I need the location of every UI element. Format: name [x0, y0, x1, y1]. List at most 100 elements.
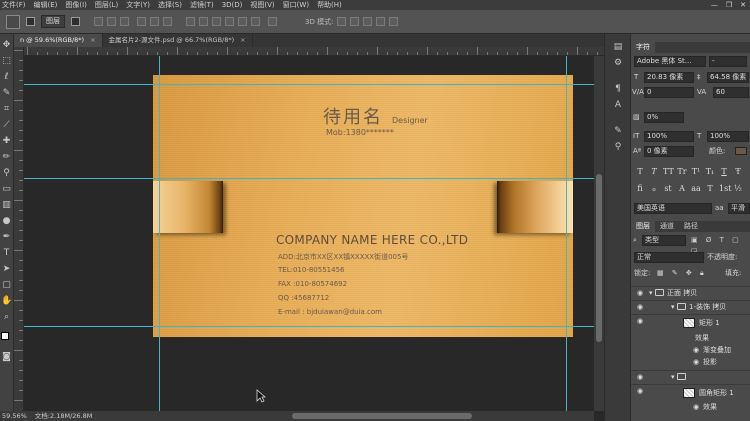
- layer-row[interactable]: ◉ 矩形 1: [631, 314, 750, 330]
- menu-image[interactable]: 图像(I): [65, 0, 87, 10]
- crop-tool-icon[interactable]: ⌗: [1, 104, 12, 115]
- tracking-field[interactable]: 60: [713, 87, 749, 98]
- minimize-button[interactable]: —: [711, 0, 718, 10]
- path-selection-tool-icon[interactable]: ➤: [1, 264, 12, 275]
- clone-stamp-tool-icon[interactable]: ⚲: [1, 168, 12, 179]
- visibility-eye-icon[interactable]: ◉: [635, 385, 645, 397]
- layer-row[interactable]: ◉ ▾ 1-装饰 拷贝: [631, 300, 750, 312]
- distribute-right-icon[interactable]: [251, 17, 260, 26]
- guide-line[interactable]: [24, 326, 594, 327]
- baseline-shift-field[interactable]: 0 像素: [644, 146, 694, 157]
- subscript-button[interactable]: T₁: [705, 166, 715, 177]
- align-top-icon[interactable]: [94, 17, 103, 26]
- zoom-level[interactable]: 59.56%: [2, 411, 27, 421]
- move-tool-icon[interactable]: ✥: [1, 40, 12, 51]
- strikethrough-button[interactable]: Ŧ: [733, 166, 743, 177]
- underline-button[interactable]: T: [719, 166, 729, 177]
- font-size-field[interactable]: 20.83 像素: [644, 72, 694, 83]
- zoom-tool-icon[interactable]: ⌕: [1, 312, 12, 323]
- card-company-text[interactable]: COMPANY NAME HERE CO.,LTD: [276, 233, 468, 247]
- 3d-rotate-icon[interactable]: [337, 17, 347, 26]
- tab-document-1[interactable]: n @ 59.6%(RGB/8*) ×: [14, 34, 103, 47]
- eyedropper-tool-icon[interactable]: ⟋: [1, 120, 12, 131]
- tab-document-2[interactable]: 金属名片2-源文件.psd @ 66.7%(RGB/8*) ×: [103, 34, 253, 47]
- expand-arrow-icon[interactable]: ▾: [671, 301, 675, 313]
- auto-select-checkbox[interactable]: [26, 17, 35, 26]
- clone-source-panel-icon[interactable]: ⚲: [612, 142, 624, 153]
- vertical-scale-field[interactable]: 100%: [644, 131, 694, 142]
- move-tool-preset-icon[interactable]: [6, 14, 20, 29]
- swash-button[interactable]: A: [677, 183, 687, 194]
- card-address-text[interactable]: ADD:北京市XX区XX镇XXXXX街道005号: [278, 252, 408, 262]
- dodge-tool-icon[interactable]: ●: [1, 216, 12, 227]
- menu-window[interactable]: 窗口(W): [283, 0, 309, 10]
- card-name-text[interactable]: 待用名: [323, 103, 383, 129]
- show-transform-controls-checkbox[interactable]: [71, 17, 80, 26]
- ordinals-button[interactable]: 1st: [719, 183, 731, 194]
- 3d-slide-icon[interactable]: [376, 17, 386, 26]
- card-role-text[interactable]: Designer: [392, 116, 428, 125]
- auto-align-icon[interactable]: [268, 17, 277, 26]
- faux-italic-button[interactable]: T: [649, 166, 659, 177]
- gradient-tool-icon[interactable]: ▥: [1, 200, 12, 211]
- left-ribbon-decoration[interactable]: [153, 181, 223, 233]
- horizontal-scroll-thumb[interactable]: [292, 413, 472, 419]
- tab-paths[interactable]: 路径: [679, 221, 703, 232]
- menu-edit[interactable]: 编辑(E): [34, 0, 58, 10]
- vertical-scroll-thumb[interactable]: [596, 174, 602, 342]
- text-color-swatch[interactable]: [735, 147, 747, 155]
- vertical-ruler[interactable]: [14, 47, 24, 411]
- menu-filter[interactable]: 滤镜(T): [190, 0, 214, 10]
- kerning-field[interactable]: 0: [644, 87, 694, 98]
- layer-row[interactable]: ◉ 圆角矩形 1: [631, 384, 750, 400]
- expand-arrow-icon[interactable]: ▾: [671, 371, 675, 383]
- titling-alternates-button[interactable]: T: [705, 183, 715, 194]
- language-dropdown[interactable]: 美国英语: [634, 203, 712, 214]
- restore-button[interactable]: ❐: [726, 0, 732, 10]
- distribute-left-icon[interactable]: [225, 17, 234, 26]
- document-size[interactable]: 文档:2.18M/26.8M: [35, 411, 93, 421]
- effect-visibility-eye-icon[interactable]: ◉: [691, 401, 701, 413]
- tab-character[interactable]: 字符: [631, 42, 655, 53]
- document-canvas[interactable]: 待用名 Designer Mob:1380******* COMPANY NAM…: [24, 56, 594, 411]
- distribute-top-icon[interactable]: [186, 17, 195, 26]
- brush-panel-icon[interactable]: ✎: [612, 126, 624, 137]
- character-panel-icon[interactable]: A: [612, 100, 624, 111]
- tab-layers[interactable]: 图层: [631, 221, 655, 232]
- align-hcenter-icon[interactable]: [150, 17, 159, 26]
- ligatures-button[interactable]: fi: [635, 183, 645, 194]
- align-vcenter-icon[interactable]: [107, 17, 116, 26]
- layer-filter-buttons[interactable]: ▣ Ø T ▢ ◲: [691, 235, 749, 255]
- align-bottom-icon[interactable]: [120, 17, 129, 26]
- card-mobile-text[interactable]: Mob:1380*******: [326, 128, 394, 137]
- fractions-button[interactable]: ½: [733, 183, 743, 194]
- menu-select[interactable]: 选择(S): [158, 0, 182, 10]
- card-tel-text[interactable]: TEL:010-80551456: [278, 266, 344, 274]
- visibility-eye-icon[interactable]: ◉: [635, 371, 645, 383]
- layer-effects-row[interactable]: ◉ 效果: [631, 401, 750, 413]
- auto-select-target-dropdown[interactable]: 图层: [41, 15, 65, 28]
- layer-effects-row[interactable]: 效果: [631, 332, 750, 344]
- lock-buttons[interactable]: ▦ ✎ ✥ 🔒︎: [657, 268, 707, 279]
- visibility-eye-icon[interactable]: ◉: [635, 301, 645, 313]
- superscript-button[interactable]: T¹: [691, 166, 701, 177]
- align-left-icon[interactable]: [137, 17, 146, 26]
- lasso-tool-icon[interactable]: ℓ: [1, 72, 12, 83]
- marquee-tool-icon[interactable]: ⬚: [1, 56, 12, 67]
- align-right-icon[interactable]: [163, 17, 172, 26]
- healing-brush-tool-icon[interactable]: ✚: [1, 136, 12, 147]
- shape-tool-icon[interactable]: ▢: [1, 280, 12, 291]
- hand-tool-icon[interactable]: ✋: [1, 296, 12, 307]
- 3d-pan-icon[interactable]: [363, 17, 373, 26]
- eraser-tool-icon[interactable]: ▭: [1, 184, 12, 195]
- history-panel-icon[interactable]: ▤: [612, 42, 624, 53]
- layer-effect-row[interactable]: ◉ 投影: [631, 356, 750, 368]
- quick-mask-icon[interactable]: ◙: [1, 352, 12, 363]
- leading-field[interactable]: 64.58 像素: [707, 72, 749, 83]
- layer-filter-dropdown[interactable]: 类型: [642, 235, 686, 246]
- effect-visibility-eye-icon[interactable]: ◉: [691, 356, 701, 368]
- small-caps-button[interactable]: Tr: [677, 166, 687, 177]
- guide-line[interactable]: [159, 56, 160, 411]
- font-family-dropdown[interactable]: Adobe 黑体 St...: [634, 56, 706, 67]
- blend-mode-dropdown[interactable]: 正常: [634, 252, 704, 263]
